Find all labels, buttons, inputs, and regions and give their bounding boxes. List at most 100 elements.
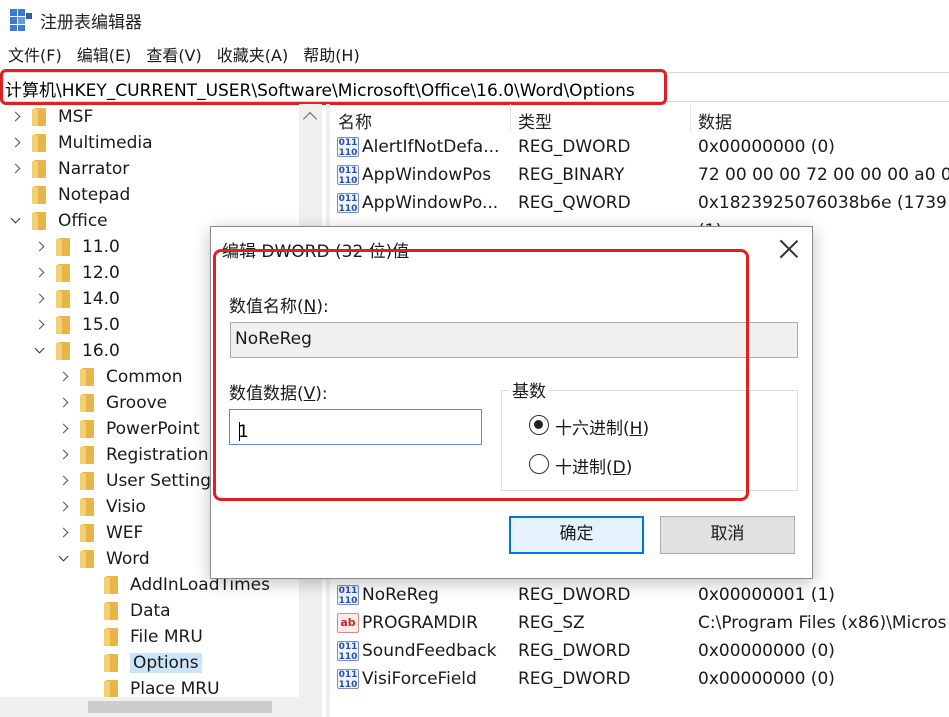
reg-binary-icon: 011 110 bbox=[337, 641, 359, 662]
tree-item[interactable]: Visio bbox=[56, 494, 146, 520]
tree-horizontal-scrollbar[interactable] bbox=[0, 697, 299, 717]
chevron-right-icon bbox=[80, 655, 96, 671]
cell-data: 72 00 00 00 72 00 00 00 a0 0 bbox=[698, 165, 949, 185]
folder-icon bbox=[32, 212, 48, 230]
chevron-right-icon[interactable] bbox=[32, 265, 48, 281]
tree-item[interactable]: Registration bbox=[56, 442, 209, 468]
column-data-header[interactable]: 数据 bbox=[698, 108, 732, 133]
cell-data: 0x00000001 (1) bbox=[698, 585, 835, 605]
tree-item[interactable]: 14.0 bbox=[32, 286, 120, 312]
cell-name: PROGRAMDIR bbox=[362, 613, 478, 633]
chevron-right-icon[interactable] bbox=[56, 421, 72, 437]
ok-button[interactable]: 确定 bbox=[509, 516, 644, 554]
cell-data: 0x00000000 (0) bbox=[698, 137, 835, 157]
cell-type: REG_SZ bbox=[518, 613, 585, 633]
chevron-right-icon[interactable] bbox=[32, 317, 48, 333]
menu-favorites[interactable]: 收藏夹(A) bbox=[217, 43, 288, 69]
chevron-right-icon[interactable] bbox=[56, 473, 72, 489]
tree-item-label: Office bbox=[58, 211, 108, 231]
folder-icon bbox=[104, 654, 120, 672]
tree-item[interactable]: Notepad bbox=[8, 182, 130, 208]
tree-item[interactable]: File MRU bbox=[80, 624, 203, 650]
close-icon[interactable] bbox=[777, 237, 801, 261]
tree-item[interactable]: Office bbox=[8, 208, 108, 234]
tree-item[interactable]: Word bbox=[56, 546, 150, 572]
cell-data: 0x00000000 (0) bbox=[698, 669, 835, 689]
chevron-right-icon[interactable] bbox=[8, 109, 24, 125]
list-row[interactable]: 011 110 AppWindowPo... REG_QWORD 0x18239250… bbox=[332, 190, 949, 218]
list-row[interactable]: 011 110 NoReReg REG_DWORD 0x00000001 (1) bbox=[332, 582, 949, 610]
folder-icon bbox=[56, 342, 72, 360]
folder-icon bbox=[80, 394, 96, 412]
chevron-right-icon[interactable] bbox=[8, 135, 24, 151]
chevron-down-icon[interactable] bbox=[8, 213, 24, 229]
chevron-down-icon[interactable] bbox=[56, 551, 72, 567]
tree-item-label: Notepad bbox=[58, 185, 131, 205]
list-row[interactable]: 011 110 AppWindowPos REG_BINARY 72 00 00 00… bbox=[332, 162, 949, 190]
folder-icon bbox=[56, 290, 72, 308]
tree-item-label: WEF bbox=[106, 523, 144, 543]
reg-binary-icon: 011 110 bbox=[337, 165, 359, 186]
chevron-right-icon bbox=[80, 629, 96, 645]
chevron-right-icon[interactable] bbox=[56, 369, 72, 385]
tree-item[interactable]: MSF bbox=[8, 104, 93, 130]
chevron-down-icon[interactable] bbox=[32, 343, 48, 359]
column-type-header[interactable]: 类型 bbox=[518, 108, 552, 133]
menu-edit[interactable]: 编辑(E) bbox=[77, 43, 132, 69]
tree-item-label: Word bbox=[106, 549, 150, 569]
tree-item[interactable]: 16.0 bbox=[32, 338, 120, 364]
tree-item[interactable]: Multimedia bbox=[8, 130, 153, 156]
reg-string-icon: ab bbox=[337, 613, 359, 633]
tree-item[interactable]: Narrator bbox=[8, 156, 129, 182]
tree-item[interactable]: Data bbox=[80, 598, 171, 624]
folder-icon bbox=[104, 576, 120, 594]
tree-item-label: User Settings bbox=[106, 471, 220, 491]
tree-item[interactable]: User Settings bbox=[56, 468, 220, 494]
folder-icon bbox=[32, 186, 48, 204]
menu-bar: 文件(F) 编辑(E) 查看(V) 收藏夹(A) 帮助(H) bbox=[0, 43, 367, 69]
cancel-button[interactable]: 取消 bbox=[660, 516, 795, 554]
tree-item[interactable]: 12.0 bbox=[32, 260, 120, 286]
tree-item[interactable]: PowerPoint bbox=[56, 416, 200, 442]
list-row[interactable]: 011 110 VisiForceField REG_DWORD 0x00000000… bbox=[332, 666, 949, 694]
folder-icon bbox=[80, 420, 96, 438]
tree-item[interactable]: 11.0 bbox=[32, 234, 120, 260]
chevron-right-icon[interactable] bbox=[32, 239, 48, 255]
chevron-right-icon[interactable] bbox=[56, 499, 72, 515]
tree-item-label: Options bbox=[130, 653, 202, 673]
chevron-right-icon[interactable] bbox=[56, 447, 72, 463]
cell-name: SoundFeedback bbox=[362, 641, 497, 661]
menu-file[interactable]: 文件(F) bbox=[8, 43, 62, 69]
tree-item[interactable]: Options bbox=[80, 650, 202, 676]
list-row[interactable]: 011 110 AlertIfNotDefa... REG_DWORD 0x00000… bbox=[332, 134, 949, 162]
cell-type: REG_DWORD bbox=[518, 669, 631, 689]
folder-icon bbox=[56, 238, 72, 256]
tree-item[interactable]: WEF bbox=[56, 520, 143, 546]
scroll-thumb[interactable] bbox=[88, 701, 272, 713]
cell-data: 0x00000000 (0) bbox=[698, 641, 835, 661]
chevron-right-icon[interactable] bbox=[32, 291, 48, 307]
tree-item[interactable]: Common bbox=[56, 364, 183, 390]
list-row[interactable]: ab PROGRAMDIR REG_SZ C:\Program Files (x86)… bbox=[332, 610, 949, 638]
scroll-up-arrow-icon[interactable] bbox=[302, 111, 318, 127]
tree-item[interactable]: 15.0 bbox=[32, 312, 120, 338]
chevron-right-icon bbox=[80, 681, 96, 697]
tree-item-label: File MRU bbox=[130, 627, 203, 647]
chevron-right-icon bbox=[80, 603, 96, 619]
list-row[interactable]: 011 110 SoundFeedback REG_DWORD 0x00000000 … bbox=[332, 638, 949, 666]
tree-item-label: Data bbox=[130, 601, 171, 621]
tree-item-label: Common bbox=[106, 367, 183, 387]
reg-binary-icon: 011 110 bbox=[337, 193, 359, 214]
column-name-header[interactable]: 名称 bbox=[338, 108, 372, 133]
chevron-right-icon[interactable] bbox=[56, 525, 72, 541]
tree-item[interactable]: Groove bbox=[56, 390, 167, 416]
chevron-right-icon[interactable] bbox=[56, 395, 72, 411]
cell-data: 0x1823925076038b6e (1739 bbox=[698, 193, 947, 213]
menu-help[interactable]: 帮助(H) bbox=[303, 43, 360, 69]
folder-icon bbox=[104, 628, 120, 646]
cell-name: AppWindowPo... bbox=[362, 193, 499, 213]
menu-view[interactable]: 查看(V) bbox=[146, 43, 201, 69]
chevron-right-icon[interactable] bbox=[8, 161, 24, 177]
tree-item-label: 14.0 bbox=[82, 289, 120, 309]
folder-icon bbox=[80, 498, 96, 516]
